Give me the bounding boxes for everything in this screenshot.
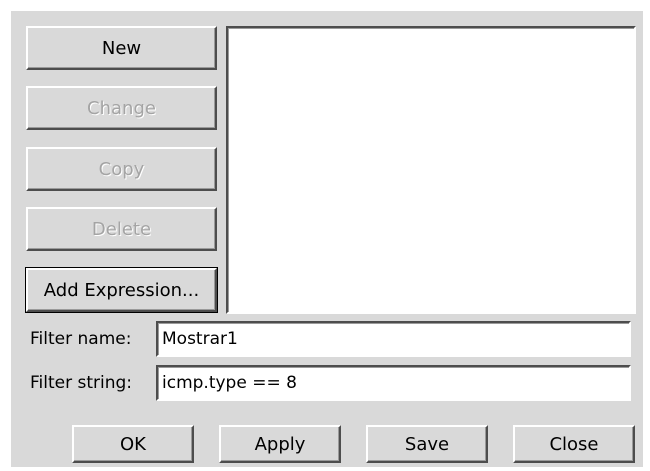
- ok-button[interactable]: OK: [72, 425, 194, 463]
- change-button[interactable]: Change: [26, 86, 217, 130]
- close-button[interactable]: Close: [513, 425, 635, 463]
- filter-string-label: Filter string:: [30, 373, 133, 393]
- delete-button[interactable]: Delete: [26, 207, 217, 251]
- copy-button[interactable]: Copy: [26, 147, 217, 191]
- filter-name-input[interactable]: Mostrar1: [156, 321, 631, 357]
- filter-name-label: Filter name:: [30, 329, 132, 349]
- filter-list[interactable]: [226, 26, 636, 314]
- apply-button[interactable]: Apply: [219, 425, 341, 463]
- save-button[interactable]: Save: [366, 425, 488, 463]
- new-button[interactable]: New: [26, 26, 217, 70]
- add-expression-button[interactable]: Add Expression...: [25, 267, 218, 313]
- filter-string-input[interactable]: icmp.type == 8: [156, 365, 631, 401]
